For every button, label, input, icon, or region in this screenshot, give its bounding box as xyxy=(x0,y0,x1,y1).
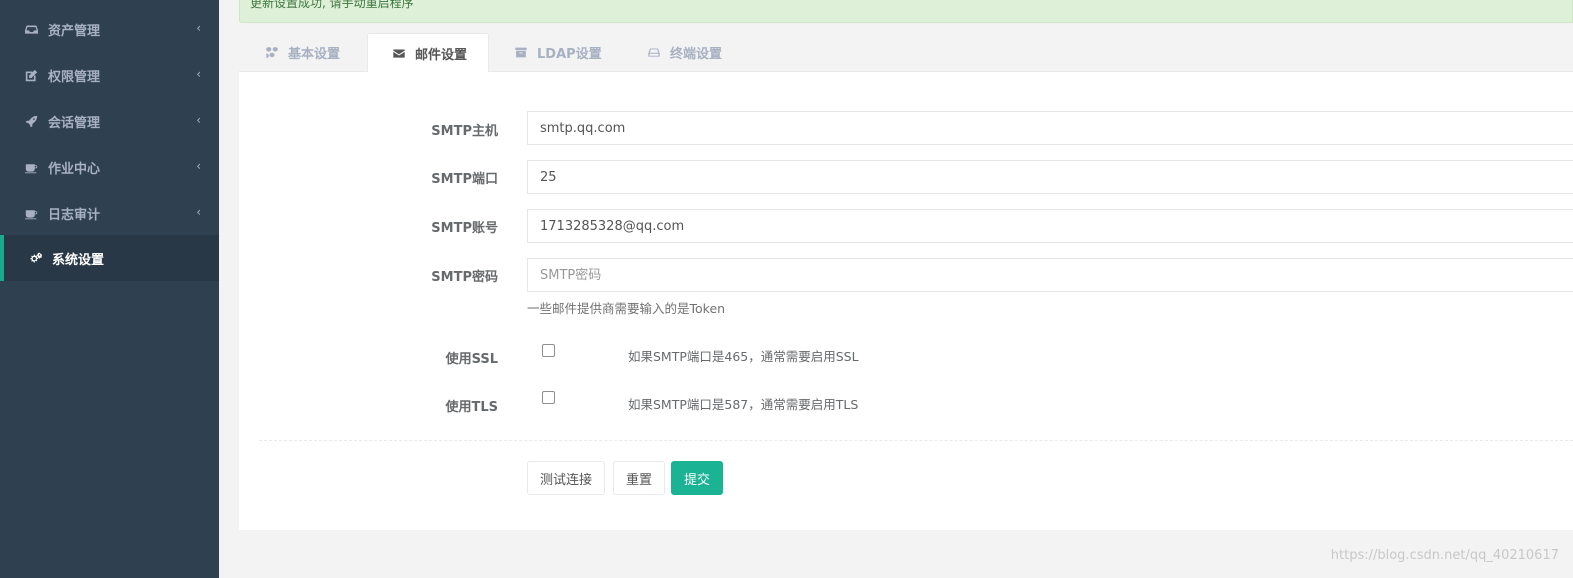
edit-icon xyxy=(22,68,40,82)
sidebar-item-audit[interactable]: 日志审计 ‹ xyxy=(0,190,219,236)
smtp-port-input[interactable] xyxy=(527,160,1573,194)
form-divider xyxy=(259,440,1573,441)
inbox-icon xyxy=(22,22,40,36)
smtp-password-help: 一些邮件提供商需要输入的是Token xyxy=(527,301,726,316)
test-connection-button[interactable]: 测试连接 xyxy=(527,461,606,495)
sidebar-item-label: 资产管理 xyxy=(48,23,101,39)
use-ssl-checkbox[interactable] xyxy=(542,344,555,357)
use-tls-label: 使用TLS xyxy=(445,400,498,415)
tab-label: 终端设置 xyxy=(670,47,723,62)
chevron-left-icon: ‹ xyxy=(196,67,201,81)
gears-icon xyxy=(26,251,44,265)
smtp-user-input[interactable] xyxy=(527,209,1573,243)
chevron-left-icon: ‹ xyxy=(196,21,201,35)
sidebar-item-assets[interactable]: 资产管理 ‹ xyxy=(0,6,219,52)
sidebar-item-jobs[interactable]: 作业中心 ‹ xyxy=(0,144,219,190)
chevron-left-icon: ‹ xyxy=(196,113,201,127)
tab-label: 邮件设置 xyxy=(415,47,468,63)
sidebar-item-label: 权限管理 xyxy=(48,69,101,85)
hdd-icon xyxy=(648,48,660,57)
use-ssl-label: 使用SSL xyxy=(445,352,498,367)
success-alert: 更新设置成功, 请手动重启程序 xyxy=(239,0,1573,23)
settings-tabs: 基本设置 邮件设置 LDAP设置 终端设置 xyxy=(239,33,1573,73)
tab-label: 基本设置 xyxy=(288,47,341,62)
archive-icon xyxy=(515,47,527,58)
smtp-port-label: SMTP端口 xyxy=(431,172,498,187)
tab-ldap[interactable]: LDAP设置 xyxy=(514,33,602,72)
smtp-password-label: SMTP密码 xyxy=(431,270,498,285)
smtp-host-label: SMTP主机 xyxy=(431,124,498,139)
chevron-left-icon: ‹ xyxy=(196,205,201,219)
sidebar-item-label: 作业中心 xyxy=(48,161,101,177)
sidebar-item-label: 会话管理 xyxy=(48,115,101,131)
smtp-host-input[interactable] xyxy=(527,111,1573,145)
alert-text: 更新设置成功, 请手动重启程序 xyxy=(250,0,414,10)
watermark: https://blog.csdn.net/qq_40210617 xyxy=(1330,548,1559,563)
coffee-icon xyxy=(22,206,40,220)
envelope-icon xyxy=(393,48,405,58)
use-ssl-help: 如果SMTP端口是465，通常需要启用SSL xyxy=(628,349,859,364)
tab-label: LDAP设置 xyxy=(537,47,602,62)
sidebar-item-label: 日志审计 xyxy=(48,207,101,223)
tab-email[interactable]: 邮件设置 xyxy=(367,33,490,73)
rocket-icon xyxy=(22,114,40,128)
smtp-password-input[interactable] xyxy=(527,258,1573,292)
submit-button[interactable]: 提交 xyxy=(671,461,724,495)
reset-button[interactable]: 重置 xyxy=(613,461,666,495)
use-tls-checkbox[interactable] xyxy=(542,391,555,404)
use-tls-help: 如果SMTP端口是587，通常需要启用TLS xyxy=(628,397,859,412)
tab-basic[interactable]: 基本设置 xyxy=(265,33,340,72)
sidebar-item-label: 系统设置 xyxy=(52,252,105,268)
chevron-left-icon: ‹ xyxy=(196,159,201,173)
tab-terminal[interactable]: 终端设置 xyxy=(647,33,722,72)
coffee-icon xyxy=(22,160,40,174)
cubes-icon xyxy=(266,46,278,59)
smtp-user-label: SMTP账号 xyxy=(431,221,498,236)
sidebar-item-permissions[interactable]: 权限管理 ‹ xyxy=(0,52,219,98)
sidebar: 资产管理 ‹ 权限管理 ‹ 会话管理 ‹ 作业中心 ‹ 日志审计 ‹ 系统设置 xyxy=(0,0,219,578)
sidebar-item-settings[interactable]: 系统设置 xyxy=(0,235,219,281)
sidebar-item-sessions[interactable]: 会话管理 ‹ xyxy=(0,98,219,144)
